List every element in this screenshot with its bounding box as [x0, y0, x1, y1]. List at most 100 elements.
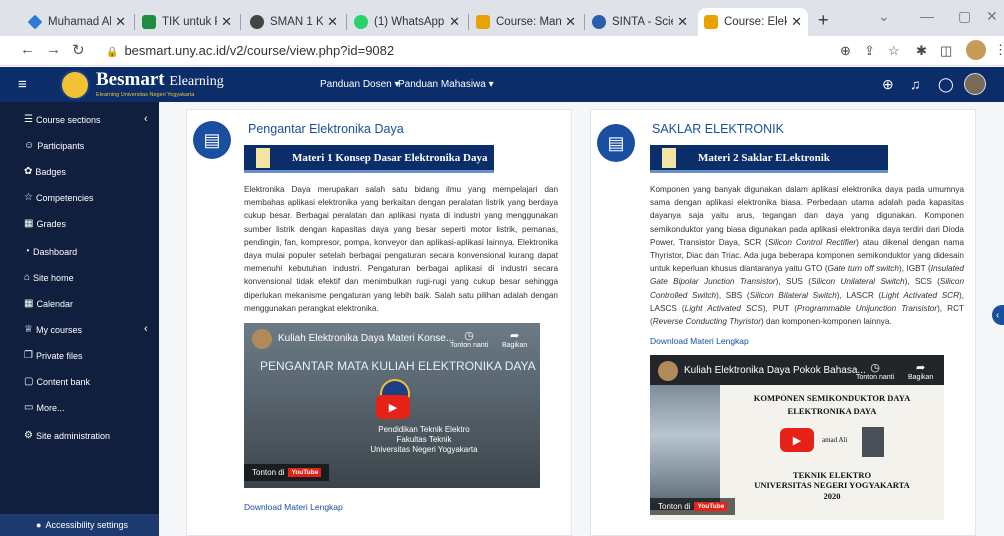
section-title[interactable]: Pengantar Elektronika Daya	[248, 122, 404, 136]
browser-tab-active[interactable]: Course: Elektr✕	[698, 8, 808, 36]
browser-tab[interactable]: SMAN 1 Kaliw✕	[244, 8, 344, 36]
youtube-video-embed[interactable]: Kuliah Elektronika Daya Pokok Bahasa... …	[650, 355, 944, 520]
download-materi-link[interactable]: Download Materi Lengkap	[244, 502, 343, 512]
browser-tab-bar: Muhamad Ali -✕ TIK untuk Pem✕ SMAN 1 Kal…	[0, 0, 1004, 36]
side-panel-icon[interactable]: ◫	[940, 43, 952, 59]
grid-icon: ▦	[24, 218, 34, 229]
course-sidebar: ☰ Course sections ‹ ☺ Participants ✿ Badges…	[0, 102, 159, 536]
menu-panduan-mahasiswa[interactable]: Panduan Mahasiwa ▾	[398, 79, 494, 90]
share-arrow-icon: ➦	[510, 330, 520, 342]
close-tab-icon[interactable]: ✕	[327, 14, 338, 30]
close-tab-icon[interactable]: ✕	[677, 14, 688, 30]
channel-avatar	[658, 361, 678, 381]
browser-menu-icon[interactable]: ⋮	[994, 42, 1004, 58]
menu-panduan-dosen[interactable]: Panduan Dosen ▾	[320, 79, 400, 90]
youtube-video-embed[interactable]: Kuliah Elektronika Daya Materi Konse... …	[244, 323, 540, 488]
sidebar-item-participants[interactable]: ☺ Participants	[24, 140, 84, 151]
brand-name[interactable]: Besmart Elearning	[96, 69, 224, 91]
share-icon[interactable]: ⇪	[864, 43, 875, 59]
user-avatar[interactable]	[964, 73, 986, 95]
browser-tab[interactable]: TIK untuk Pem✕	[136, 8, 238, 36]
sidebar-item-course-sections[interactable]: ☰ Course sections	[24, 114, 101, 125]
section-description: Komponen yang banyak digunakan dalam apl…	[650, 185, 965, 327]
browser-tab[interactable]: SINTA - Scienc✕	[586, 8, 694, 36]
forward-icon[interactable]: →	[46, 41, 61, 58]
chevron-left-icon[interactable]: ‹	[144, 323, 148, 335]
address-bar[interactable]: 🔒 besmart.uny.ac.id/v2/course/view.php?id…	[106, 43, 394, 58]
list-icon: ☰	[24, 114, 33, 125]
sidebar-item-calendar[interactable]: ▦ Calendar	[24, 298, 73, 309]
files-icon: ❐	[24, 350, 33, 361]
play-button[interactable]: ▶	[780, 428, 814, 452]
sidebar-item-more[interactable]: ▭ More...	[24, 402, 64, 413]
bookmark-icon	[256, 147, 270, 168]
section-title[interactable]: SAKLAR ELEKTRONIK	[652, 122, 784, 136]
close-tab-icon[interactable]: ✕	[221, 14, 232, 30]
close-window-button[interactable]: ✕	[986, 8, 998, 25]
close-tab-icon[interactable]: ✕	[791, 14, 802, 30]
sidebar-item-competencies[interactable]: ☆ Competencies	[24, 192, 94, 203]
play-button[interactable]: ▶	[376, 395, 410, 419]
watch-later-button[interactable]: ◷ Tonton nanti	[856, 361, 894, 381]
section-description: Elektronika Daya merupakan salah satu bi…	[244, 185, 558, 313]
tab-favicon-icon	[27, 14, 43, 30]
share-button[interactable]: ➦ Bagikan	[502, 329, 527, 349]
home-icon: ⌂	[24, 272, 31, 283]
bookmark-star-icon[interactable]: ☆	[888, 43, 900, 59]
browser-tab[interactable]: Muhamad Ali -✕	[22, 8, 132, 36]
messages-icon[interactable]: ◯	[938, 76, 954, 93]
close-tab-icon[interactable]: ✕	[115, 14, 126, 30]
folder-icon: ▭	[24, 402, 34, 413]
uny-logo[interactable]	[60, 70, 90, 100]
watch-on-youtube-button[interactable]: Tonton di YouTube	[650, 498, 736, 515]
browser-tab[interactable]: (1) WhatsApp ✕	[348, 8, 466, 36]
lab-photos	[650, 385, 720, 510]
minimize-button[interactable]: —	[920, 8, 934, 24]
star-icon: ☆	[24, 192, 33, 203]
youtube-logo: YouTube	[288, 468, 322, 477]
sidebar-item-site-administration[interactable]: ⚙ Site administration	[24, 430, 110, 441]
new-tab-button[interactable]: +	[818, 10, 829, 31]
sidebar-item-badges[interactable]: ✿ Badges	[24, 166, 66, 177]
clock-icon: ◷	[464, 330, 474, 342]
cog-icon: ⚙	[24, 430, 33, 441]
tab-favicon-icon	[250, 15, 264, 29]
notification-bell-icon[interactable]: ♫	[910, 76, 921, 92]
sidebar-item-content-bank[interactable]: ▢ Content bank	[24, 376, 90, 387]
download-materi-link[interactable]: Download Materi Lengkap	[650, 336, 749, 346]
extensions-icon[interactable]: ✱	[916, 43, 927, 59]
chevron-left-icon[interactable]: ‹	[144, 113, 148, 125]
youtube-logo: YouTube	[694, 502, 728, 511]
close-tab-icon[interactable]: ✕	[449, 14, 460, 30]
sidebar-item-my-courses[interactable]: ♕ My courses	[24, 324, 82, 335]
lock-icon: 🔒	[106, 47, 119, 58]
graduation-icon: ♕	[24, 324, 33, 335]
zoom-icon[interactable]: ⊕	[840, 43, 851, 59]
tab-favicon-icon	[142, 15, 156, 29]
watch-later-button[interactable]: ◷ Tonton nanti	[450, 329, 488, 349]
tab-search-icon[interactable]: ⌄	[878, 8, 890, 25]
reload-icon[interactable]: ↻	[72, 41, 85, 59]
tab-favicon-icon	[592, 15, 606, 29]
maximize-button[interactable]: ▢	[958, 8, 971, 25]
hamburger-menu-icon[interactable]: ≡	[18, 76, 27, 93]
browser-tab[interactable]: Course: Manaj✕	[470, 8, 582, 36]
sidebar-item-site-home[interactable]: ⌂ Site home	[24, 272, 74, 283]
tab-favicon-icon	[704, 15, 718, 29]
sidebar-item-private-files[interactable]: ❐ Private files	[24, 350, 83, 361]
watch-on-youtube-button[interactable]: Tonton di YouTube	[244, 464, 330, 481]
profile-avatar[interactable]	[966, 40, 986, 60]
share-button[interactable]: ➦ Bagikan	[908, 361, 933, 381]
users-icon: ☺	[24, 140, 35, 151]
close-tab-icon[interactable]: ✕	[565, 14, 576, 30]
sidebar-item-dashboard[interactable]: ◔ Dashboard	[24, 246, 77, 257]
language-globe-icon[interactable]: ⊕	[882, 76, 894, 93]
share-arrow-icon: ➦	[916, 362, 926, 374]
calendar-icon: ▦	[24, 298, 34, 309]
book-icon: ▤	[597, 124, 635, 162]
sidebar-item-grades[interactable]: ▦ Grades	[24, 218, 66, 229]
accessibility-settings-button[interactable]: ● Accessibility settings	[0, 514, 159, 536]
bookmark-icon	[662, 147, 676, 168]
back-icon[interactable]: ←	[20, 41, 35, 58]
tab-favicon-icon	[354, 15, 368, 29]
